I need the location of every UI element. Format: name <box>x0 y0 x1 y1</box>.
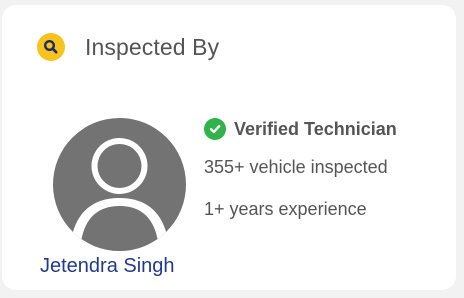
verified-label: Verified Technician <box>234 118 397 139</box>
experience-text: 1+ years experience <box>204 199 367 219</box>
user-avatar-icon <box>53 118 186 251</box>
verified-badge: Verified Technician <box>204 118 397 140</box>
vehicles-inspected-text: 355+ vehicle inspected <box>204 157 388 177</box>
check-circle-icon <box>204 118 226 140</box>
technician-info: Verified Technician 355+ vehicle inspect… <box>204 118 397 219</box>
inspected-by-card: Inspected By Jetendra Singh Verified Tec… <box>2 5 456 290</box>
search-icon <box>37 33 65 61</box>
technician-name[interactable]: Jetendra Singh <box>40 255 175 278</box>
card-header: Inspected By <box>37 33 219 61</box>
card-title: Inspected By <box>85 33 220 60</box>
